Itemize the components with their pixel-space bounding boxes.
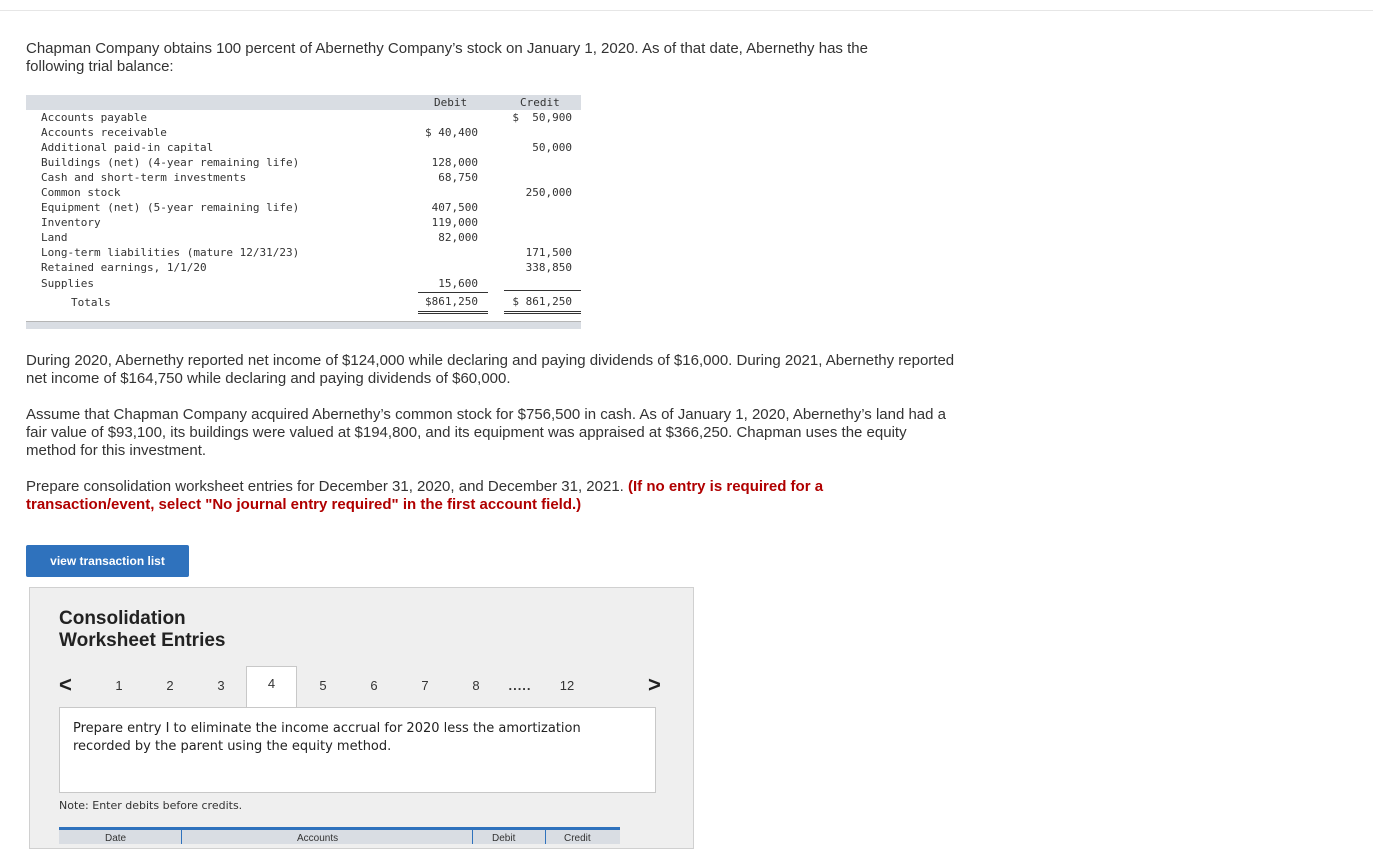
page-2-button[interactable]: 2 bbox=[160, 678, 180, 693]
total-credit: $ 861,250 bbox=[512, 295, 572, 308]
page-6-button[interactable]: 6 bbox=[364, 678, 384, 693]
header-debit: Debit bbox=[434, 96, 468, 109]
header-credit: Credit bbox=[520, 96, 560, 109]
table-row-credit: 171,500 bbox=[525, 246, 572, 259]
debit-double-underline-1 bbox=[418, 311, 488, 312]
panel-title: Consolidation Worksheet Entries bbox=[59, 608, 225, 652]
income-paragraph: During 2020, Abernethy reported net inco… bbox=[26, 352, 955, 387]
table-row-label: Accounts receivable bbox=[41, 126, 167, 139]
panel-title-line1: Consolidation bbox=[59, 608, 186, 629]
instruction-text: Prepare consolidation worksheet entries … bbox=[26, 478, 629, 495]
total-debit: $861,250 bbox=[425, 295, 478, 308]
pager-ellipsis: ..... bbox=[508, 678, 532, 693]
debit-double-underline-2 bbox=[418, 313, 488, 314]
table-row-label: Additional paid-in capital bbox=[41, 141, 214, 154]
table-row-debit: 82,000 bbox=[438, 231, 478, 244]
entry-pager: < 1 2 3 4 5 6 7 8 ..... 12 > bbox=[30, 666, 693, 708]
prev-page-icon[interactable]: < bbox=[59, 672, 72, 698]
instruction-text: Prepare entry I to eliminate the income … bbox=[73, 721, 581, 754]
credit-double-underline-2 bbox=[504, 313, 581, 314]
top-divider bbox=[0, 10, 1373, 11]
table-row-label: Cash and short-term investments bbox=[41, 171, 247, 184]
next-page-icon[interactable]: > bbox=[648, 672, 661, 698]
trial-balance-footer bbox=[26, 321, 581, 329]
table-row-label: Retained earnings, 1/1/20 bbox=[41, 261, 207, 274]
page-1-button[interactable]: 1 bbox=[109, 678, 129, 693]
table-row-label: Inventory bbox=[41, 216, 101, 229]
totals-label: Totals bbox=[71, 296, 111, 309]
table-row-label: Land bbox=[41, 231, 68, 244]
intro-text: Chapman Company obtains 100 percent of A… bbox=[26, 40, 868, 75]
table-row-label: Accounts payable bbox=[41, 111, 147, 124]
table-row-credit: 250,000 bbox=[525, 186, 572, 199]
instruction-paragraph: Prepare consolidation worksheet entries … bbox=[26, 478, 886, 514]
page-7-button[interactable]: 7 bbox=[415, 678, 435, 693]
table-row-debit: $ 40,400 bbox=[425, 126, 478, 139]
table-row-label: Equipment (net) (5-year remaining life) bbox=[41, 201, 300, 214]
page-12-button[interactable]: 12 bbox=[557, 678, 577, 693]
table-row-label: Supplies bbox=[41, 277, 94, 290]
acquisition-paragraph: Assume that Chapman Company acquired Abe… bbox=[26, 406, 947, 459]
table-row-debit: 119,000 bbox=[431, 216, 478, 229]
page-5-button[interactable]: 5 bbox=[313, 678, 333, 693]
col-separator bbox=[472, 830, 473, 844]
col-separator bbox=[545, 830, 546, 844]
table-row-label: Common stock bbox=[41, 186, 121, 199]
table-row-credit: 50,000 bbox=[532, 141, 572, 154]
table-row-credit: $ 50,900 bbox=[512, 111, 572, 124]
table-row-debit: 128,000 bbox=[431, 156, 478, 169]
credit-underline bbox=[504, 290, 581, 291]
table-row-label: Buildings (net) (4-year remaining life) bbox=[41, 156, 300, 169]
credit-double-underline-1 bbox=[504, 311, 581, 312]
page-8-button[interactable]: 8 bbox=[466, 678, 486, 693]
table-row-label: Long-term liabilities (mature 12/31/23) bbox=[41, 246, 300, 259]
consolidation-panel: Consolidation Worksheet Entries < 1 2 3 … bbox=[29, 587, 694, 849]
instruction-box: Prepare entry I to eliminate the income … bbox=[59, 707, 656, 793]
table-row-debit: 407,500 bbox=[431, 201, 478, 214]
debits-note: Note: Enter debits before credits. bbox=[59, 799, 243, 812]
trial-balance-header bbox=[26, 95, 581, 110]
col-separator bbox=[181, 830, 182, 844]
view-transaction-list-button[interactable]: view transaction list bbox=[26, 545, 189, 577]
panel-title-line2: Worksheet Entries bbox=[59, 630, 226, 651]
table-row-debit: 15,600 bbox=[438, 277, 478, 290]
journal-header: Date Accounts Debit Credit bbox=[59, 827, 620, 844]
table-row-debit: 68,750 bbox=[438, 171, 478, 184]
page-3-button[interactable]: 3 bbox=[211, 678, 231, 693]
page-4-button-active[interactable]: 4 bbox=[246, 666, 297, 708]
table-row-credit: 338,850 bbox=[525, 261, 572, 274]
debit-underline bbox=[418, 292, 488, 293]
